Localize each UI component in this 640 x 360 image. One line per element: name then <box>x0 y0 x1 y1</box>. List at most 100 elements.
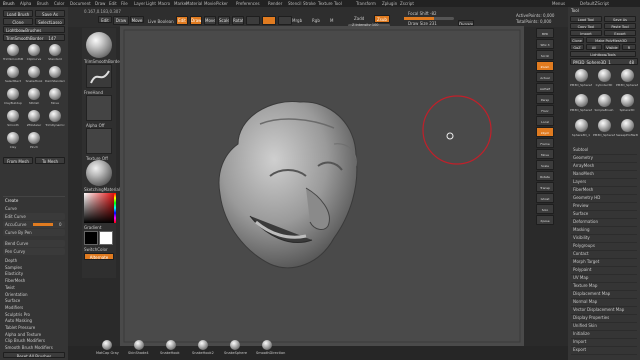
reset-all-brushes-button[interactable]: Reset All Brushes <box>3 352 65 358</box>
texture-slot[interactable] <box>86 128 112 154</box>
menu-zplugin[interactable]: Zplugin <box>382 1 397 6</box>
stroke-preview[interactable] <box>86 64 112 88</box>
tool-section-initialize[interactable]: Initialize <box>573 331 590 336</box>
tool-button-r[interactable]: R <box>622 44 636 50</box>
tool-section-geometry-hd[interactable]: Geometry HD <box>573 195 600 200</box>
zsub-button[interactable]: Zsub <box>374 15 390 23</box>
menu-file[interactable]: File <box>121 1 128 6</box>
brush-section-samples[interactable]: Samples <box>5 265 22 270</box>
select-lasso-button[interactable]: SelectLasso <box>35 18 65 25</box>
brush-section-modifiers[interactable]: Modifiers <box>5 305 23 310</box>
tool-thumb-pm3d-sphere3d[interactable]: PM3D_Sphere3D <box>593 117 615 141</box>
material-sphere-icon[interactable] <box>134 340 144 350</box>
brush-thumb-damstandard[interactable]: DamStandard <box>45 65 65 86</box>
tool-section-preview[interactable]: Preview <box>573 203 589 208</box>
dock-move-button[interactable]: Move <box>536 149 554 159</box>
menu-menus[interactable]: Menus <box>552 1 565 6</box>
main-color-swatch[interactable] <box>84 231 98 245</box>
tool-thumb-pm3d-sphere3d[interactable]: PM3D_Sphere3D <box>570 92 592 116</box>
tool-section-morph-target[interactable]: Morph Target <box>573 259 599 264</box>
tool-section-deformation[interactable]: Deformation <box>573 219 598 224</box>
to-mesh-button[interactable]: To Mesh <box>35 157 65 164</box>
tool-button-all[interactable]: All <box>586 44 602 50</box>
menu-alpha[interactable]: Alpha <box>20 1 31 6</box>
secondary-color-swatch[interactable] <box>99 231 113 245</box>
brush-section-surface[interactable]: Surface <box>5 298 20 303</box>
pen-curvy-slider[interactable]: Pen Curvy <box>3 248 65 255</box>
zadd-label[interactable]: Zadd <box>354 16 364 21</box>
curve-section[interactable]: Curve <box>5 206 17 211</box>
clone-button[interactable]: Clone <box>3 18 33 25</box>
menu-layer[interactable]: Layer <box>134 1 145 6</box>
alternate-button[interactable]: Alternate <box>84 253 114 260</box>
tool-button-make-polymesh3d[interactable]: Make PolyMesh3D <box>586 37 636 43</box>
dock-local-button[interactable]: Local <box>536 116 554 126</box>
tool-section-uv-map[interactable]: UV Map <box>573 275 588 280</box>
tool-section-vector-displacement-map[interactable]: Vector Displacement Map <box>573 307 624 312</box>
menu-transform[interactable]: Transform <box>356 1 376 6</box>
tool-section-polygroups[interactable]: Polygroups <box>573 243 595 248</box>
brush-section-depth[interactable]: Depth <box>5 258 17 263</box>
material-sphere-icon[interactable] <box>230 340 240 350</box>
hue-strip[interactable] <box>114 193 116 223</box>
menu-material[interactable]: Material <box>186 1 202 6</box>
material-sphere-icon[interactable] <box>198 340 208 350</box>
tool-section-layers[interactable]: Layers <box>573 179 586 184</box>
menu-render[interactable]: Render <box>268 1 282 6</box>
material-sphere-icon[interactable] <box>262 340 272 350</box>
edit-mode-button[interactable]: Edit <box>98 16 112 23</box>
dock-xpose-button[interactable]: Xpose <box>536 215 554 225</box>
menu-brush[interactable]: Brush <box>37 1 49 6</box>
brush-thumb-trimsmoothborder[interactable]: TrimSmoothBorder <box>3 43 23 64</box>
bend-curve-slider[interactable]: Bend Curve <box>3 240 65 247</box>
material-sphere-icon[interactable] <box>102 340 112 350</box>
brush-thumb-pinch[interactable]: Pinch <box>24 131 44 152</box>
switch-color-label[interactable]: SwitchColor <box>84 247 108 252</box>
menu-tool[interactable]: Tool <box>334 1 342 6</box>
tool-button-import[interactable]: Import <box>570 30 602 36</box>
tool-section-subtool[interactable]: Subtool <box>573 147 588 152</box>
m-label[interactable]: M <box>330 18 333 23</box>
material-sphere-icon[interactable] <box>166 340 176 350</box>
dock-scale-button[interactable]: Scale <box>536 160 554 170</box>
accu-curve-slider[interactable]: AccuCurve 0 <box>3 221 65 228</box>
curve-by-pen-slider[interactable]: Curve By Pen <box>3 229 65 236</box>
dock-aahalf-button[interactable]: AAHalf <box>536 83 554 93</box>
draw-mode-button[interactable]: Draw <box>113 16 129 25</box>
brush-thumb-zmodeler[interactable]: ZModeler <box>24 109 44 130</box>
dock-floor-button[interactable]: Floor <box>536 105 554 115</box>
dock-spix-3-button[interactable]: SPix 3 <box>536 39 554 49</box>
dock-bpr-button[interactable]: BPR <box>536 28 554 38</box>
alpha-slot[interactable] <box>86 95 112 121</box>
menu-stencil[interactable]: Stencil <box>288 1 302 6</box>
material-swatch[interactable] <box>246 16 260 25</box>
menu-preferences[interactable]: Preferences <box>236 1 260 6</box>
move-toggle-button[interactable]: Move <box>204 16 216 25</box>
tool-section-unified-skin[interactable]: Unified Skin <box>573 323 597 328</box>
dock-rotate-button[interactable]: Rotate <box>536 171 554 181</box>
brush-section-smooth-brush-modifiers[interactable]: Smooth Brush Modifiers <box>5 345 53 350</box>
dock-frame-button[interactable]: Frame <box>536 138 554 148</box>
menu-draw[interactable]: Draw <box>95 1 105 6</box>
material-sphere[interactable] <box>86 160 112 186</box>
tool-thumb-pm3d-sphere3d[interactable]: PM3D_Sphere3D <box>616 67 638 91</box>
lightbox-brushes-button[interactable]: Lightbox▸Brushes <box>3 26 65 33</box>
edit-toggle-button[interactable]: Edit <box>176 16 188 25</box>
brush-thumb-clipcurve[interactable]: ClipCurve <box>24 43 44 64</box>
tool-section-fibermesh[interactable]: FiberMesh <box>573 187 593 192</box>
dock-actual-button[interactable]: Actual <box>536 72 554 82</box>
color-picker[interactable] <box>84 193 114 223</box>
rotate-toggle-button[interactable]: Rotate <box>232 16 244 25</box>
tool-button-load-tool[interactable]: Load Tool <box>570 16 602 22</box>
mrgb-label[interactable]: Mrgb <box>292 18 302 23</box>
tool-section-display-properties[interactable]: Display Properties <box>573 315 609 320</box>
brush-section-clip-brush-modifiers[interactable]: Clip Brush Modifiers <box>5 338 45 343</box>
tool-button-export[interactable]: Export <box>604 30 636 36</box>
dock-lsym-button[interactable]: LSym <box>536 127 554 137</box>
tool-thumb-pm3d-sphere3d[interactable]: PM3D_Sphere3D <box>570 67 592 91</box>
brush-section-elasticity[interactable]: Elasticity <box>5 271 23 276</box>
render-button[interactable] <box>262 16 276 25</box>
live-boolean-label[interactable]: Live Boolean <box>148 19 174 24</box>
tool-section-displacement-map[interactable]: Displacement Map <box>573 291 610 296</box>
current-brush-sphere[interactable] <box>86 32 112 58</box>
